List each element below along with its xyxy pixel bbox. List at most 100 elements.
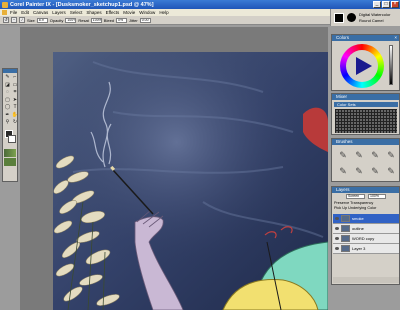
brush-variant[interactable]: Round Camel [359,18,383,23]
preserve-transparency-checkbox[interactable]: Preserve Transparency [334,201,373,205]
colors-panel: Colors × [331,34,400,91]
layer-thumbnail [341,215,350,222]
layer-adjuster-icon[interactable]: ➤ [12,97,19,104]
layers-panel: Layers Screen 100% Preserve Transparency… [331,186,400,285]
layer-list: smoke outline WORD copy Layer 3 [333,214,399,254]
current-color-swatch[interactable] [334,13,344,23]
colors-panel-title: Colors [336,35,350,40]
shape-tool-icon[interactable]: ◯ [4,104,11,111]
eraser-tool-icon[interactable]: ▭ [12,82,19,89]
close-button[interactable]: × [391,1,399,8]
layers-panel-header[interactable]: Layers [332,187,399,193]
brushes-panel-header[interactable]: Brushes [332,139,399,145]
close-panel-icon[interactable]: × [394,35,397,41]
brush-variant-icon[interactable]: ✎ [352,164,366,178]
mixer-panel: Mixer Color Sets [331,93,400,135]
title-bar: Corel Painter IX - [Dusksmoker_sketchup1… [0,0,400,9]
rotate-page-icon[interactable]: ↻ [12,119,19,126]
brush-variant-icon[interactable]: ✎ [384,148,398,162]
brush-selector[interactable]: Digital Watercolor Round Camel [330,9,400,26]
hand-tool-icon[interactable]: ✋ [12,112,19,119]
opacity-field[interactable]: 100% [65,17,77,23]
app-icon [2,1,8,8]
saturation-value-triangle[interactable] [356,57,372,75]
additional-color-swatch[interactable] [8,135,16,143]
color-sets-header[interactable]: Color Sets [334,102,398,107]
eye-icon[interactable] [335,227,339,230]
straight-line-icon[interactable]: / [19,17,25,23]
brush-variant-icon[interactable]: ✎ [368,164,382,178]
menu-effects[interactable]: Effects [106,10,120,15]
menu-shapes[interactable]: Shapes [86,10,101,15]
layer-thumbnail [341,235,350,242]
layer-row[interactable]: Layer 3 [333,244,399,254]
brush-dab-icon[interactable] [347,13,356,22]
composite-method-select[interactable]: Screen [346,194,365,199]
value-slider[interactable] [389,45,393,85]
reset-tool-icon[interactable]: ↺ [3,17,9,23]
resat-field[interactable]: 100% [90,17,102,23]
brush-variant-icon[interactable]: ✎ [384,164,398,178]
eye-icon[interactable] [335,237,339,240]
text-tool-icon[interactable]: T [12,104,19,111]
eye-icon[interactable] [335,217,339,220]
layer-opacity-field[interactable]: 100% [368,194,386,199]
bleed-label: Bleed [103,17,115,23]
menu-edit[interactable]: Edit [21,10,29,15]
canvas-area[interactable] [20,27,328,310]
brush-variant-icon[interactable]: ✎ [368,148,382,162]
window-title: Corel Painter IX - [Dusksmoker_sketchup1… [10,1,154,8]
brush-variant-icon[interactable]: ✎ [336,148,350,162]
window-controls: _ □ × [373,1,399,8]
colors-panel-header[interactable]: Colors × [332,35,399,41]
jitter-label: Jitter [129,17,138,23]
layer-name: outline [352,226,364,231]
menu-layers[interactable]: Layers [52,10,66,15]
menu-movie[interactable]: Movie [123,10,135,15]
bleed-field[interactable]: 0% [116,17,128,23]
paint-bucket-icon[interactable]: ◪ [4,82,11,89]
menu-file[interactable]: File [10,10,17,15]
rectangle-select-icon[interactable]: ▢ [4,97,11,104]
toolbox: ✎ ⌐ ◪ ▭ ◌ ⌗ ▢ ➤ ◯ T ✒ ✋ ⚲ ↻ [2,68,18,182]
pen-tool-icon[interactable]: ✒ [4,112,11,119]
mixer-panel-title: Mixer [336,94,347,99]
brushes-panel-title: Brushes [336,139,353,144]
layer-name: Layer 3 [352,246,366,251]
layer-commands-bar[interactable] [333,277,399,283]
minimize-button[interactable]: _ [373,1,381,8]
mixer-panel-header[interactable]: Mixer [332,94,399,100]
pick-up-underlying-checkbox[interactable]: Pick Up Underlying Color [334,206,376,210]
freehand-stroke-icon[interactable]: ~ [11,17,17,23]
eye-icon[interactable] [335,247,339,250]
document-icon[interactable] [2,10,7,15]
menu-canvas[interactable]: Canvas [33,10,48,15]
menu-window[interactable]: Window [139,10,155,15]
artwork[interactable] [53,52,328,310]
brush-tool-icon[interactable]: ✎ [4,74,11,81]
maximize-button[interactable]: □ [382,1,390,8]
brush-variant-icon[interactable]: ✎ [336,164,350,178]
color-swatches[interactable] [4,129,16,147]
pattern-selector[interactable] [4,158,16,166]
resat-label: Resat [78,17,89,23]
paper-selector[interactable] [4,149,16,157]
layer-row[interactable]: outline [333,224,399,234]
layer-row[interactable]: WORD copy [333,234,399,244]
crop-tool-icon[interactable]: ⌗ [12,89,19,96]
color-wheel[interactable] [340,44,384,88]
dropper-tool-icon[interactable]: ⌐ [12,74,19,81]
brush-category[interactable]: Digital Watercolor [359,12,390,17]
size-label: Size [27,17,35,23]
lasso-tool-icon[interactable]: ◌ [4,89,11,96]
menu-select[interactable]: Select [70,10,83,15]
color-set-swatches[interactable] [335,109,397,133]
brush-variant-icon[interactable]: ✎ [352,148,366,162]
menu-help[interactable]: Help [159,10,168,15]
jitter-field[interactable]: 0.00 [139,17,151,23]
painter-window: Corel Painter IX - [Dusksmoker_sketchup1… [0,0,400,310]
brushes-panel: Brushes ✎ ✎ ✎ ✎ ✎ ✎ ✎ ✎ [331,138,400,182]
size-field[interactable]: 8.9 [36,17,48,23]
layer-row[interactable]: smoke [333,214,399,224]
magnifier-icon[interactable]: ⚲ [4,119,11,126]
